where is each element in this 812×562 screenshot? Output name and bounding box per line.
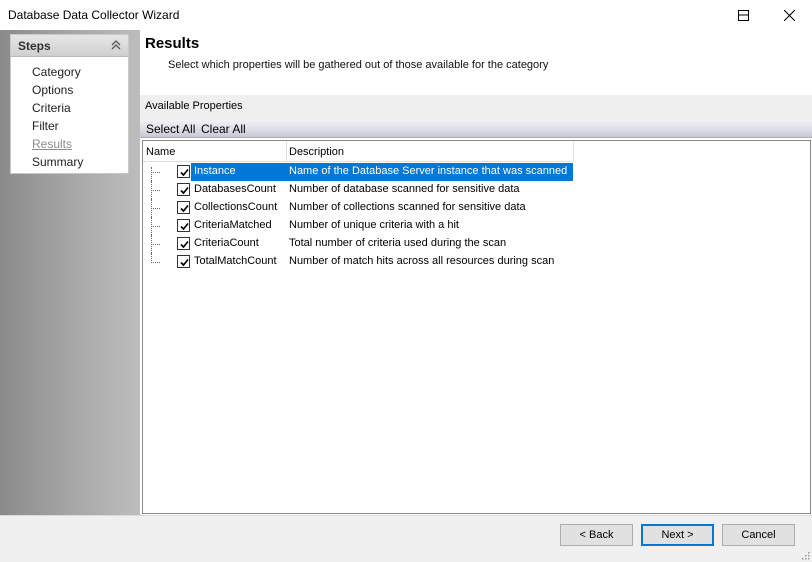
cell-description: Number of unique criteria with a hit [289, 219, 459, 231]
tree-line [151, 190, 160, 191]
steps-header-label: Steps [18, 39, 51, 53]
tree-line [151, 262, 160, 263]
select-all-button[interactable]: Select All [146, 122, 195, 136]
table-row[interactable]: DatabasesCount Number of database scanne… [143, 181, 573, 199]
tree-line [151, 172, 160, 173]
selection-toolbar: Select All Clear All [140, 120, 812, 138]
step-filter[interactable]: Filter [32, 119, 59, 133]
step-summary[interactable]: Summary [32, 155, 83, 169]
step-results[interactable]: Results [32, 137, 72, 151]
back-button[interactable]: < Back [560, 524, 633, 546]
column-header-description[interactable]: Description [289, 146, 344, 158]
column-header-name[interactable]: Name [146, 146, 175, 158]
grid-header: Name Description [143, 141, 574, 162]
row-checkbox[interactable] [177, 183, 190, 196]
properties-grid[interactable]: Name Description Instance Name of the Da… [142, 140, 811, 514]
title-bar: Database Data Collector Wizard [0, 0, 812, 30]
step-category[interactable]: Category [32, 65, 81, 79]
cell-name: Instance [191, 163, 286, 181]
wizard-footer: < Back Next > Cancel [0, 515, 812, 562]
table-row[interactable]: Instance Name of the Database Server ins… [143, 163, 573, 181]
tree-line [151, 167, 152, 181]
row-checkbox[interactable] [177, 219, 190, 232]
tree-line [151, 244, 160, 245]
close-button[interactable] [766, 0, 812, 30]
cell-name: TotalMatchCount [194, 255, 277, 267]
close-icon [783, 9, 795, 21]
checkmark-icon [180, 240, 189, 249]
step-criteria[interactable]: Criteria [32, 101, 71, 115]
column-divider[interactable] [286, 141, 287, 162]
collapse-icon[interactable] [110, 39, 122, 51]
row-checkbox[interactable] [177, 237, 190, 250]
steps-pane: Steps Category Options Criteria Filter R… [0, 30, 140, 515]
cell-description: Number of collections scanned for sensit… [289, 201, 526, 213]
table-row[interactable]: CriteriaMatched Number of unique criteri… [143, 217, 573, 235]
tree-line [151, 226, 160, 227]
cell-description: Number of database scanned for sensitive… [289, 183, 520, 195]
tree-line [151, 208, 160, 209]
content-area: Results Select which properties will be … [140, 30, 812, 515]
checkmark-icon [180, 168, 189, 177]
maximize-icon [737, 9, 749, 21]
cell-description: Total number of criteria used during the… [289, 237, 507, 249]
row-checkbox[interactable] [177, 255, 190, 268]
window-title: Database Data Collector Wizard [8, 8, 180, 22]
steps-header[interactable]: Steps [11, 35, 128, 57]
row-checkbox[interactable] [177, 165, 190, 178]
checkmark-icon [180, 186, 189, 195]
next-button[interactable]: Next > [641, 524, 714, 546]
cell-name: CollectionsCount [194, 201, 278, 213]
cell-name: DatabasesCount [194, 183, 276, 195]
row-checkbox[interactable] [177, 201, 190, 214]
table-row[interactable]: CollectionsCount Number of collections s… [143, 199, 573, 217]
cancel-button[interactable]: Cancel [722, 524, 795, 546]
checkmark-icon [180, 222, 189, 231]
available-properties-band: Available Properties [140, 95, 812, 121]
cell-name: CriteriaCount [194, 237, 259, 249]
clear-all-button[interactable]: Clear All [201, 122, 246, 136]
checkmark-icon [180, 204, 189, 213]
page-title: Results [145, 35, 200, 52]
cell-description: Name of the Database Server instance tha… [286, 163, 573, 181]
page-subtitle: Select which properties will be gathered… [168, 59, 549, 71]
table-row[interactable]: CriteriaCount Total number of criteria u… [143, 235, 573, 253]
column-divider[interactable] [573, 141, 574, 162]
table-row[interactable]: TotalMatchCount Number of match hits acr… [143, 253, 573, 271]
checkmark-icon [180, 258, 189, 267]
cell-name: CriteriaMatched [194, 219, 272, 231]
cell-description: Number of match hits across all resource… [289, 255, 555, 267]
steps-panel: Steps Category Options Criteria Filter R… [10, 34, 129, 174]
resize-grip-icon[interactable] [800, 550, 810, 560]
available-properties-label: Available Properties [145, 100, 243, 112]
step-options[interactable]: Options [32, 83, 73, 97]
maximize-button[interactable] [720, 0, 766, 30]
